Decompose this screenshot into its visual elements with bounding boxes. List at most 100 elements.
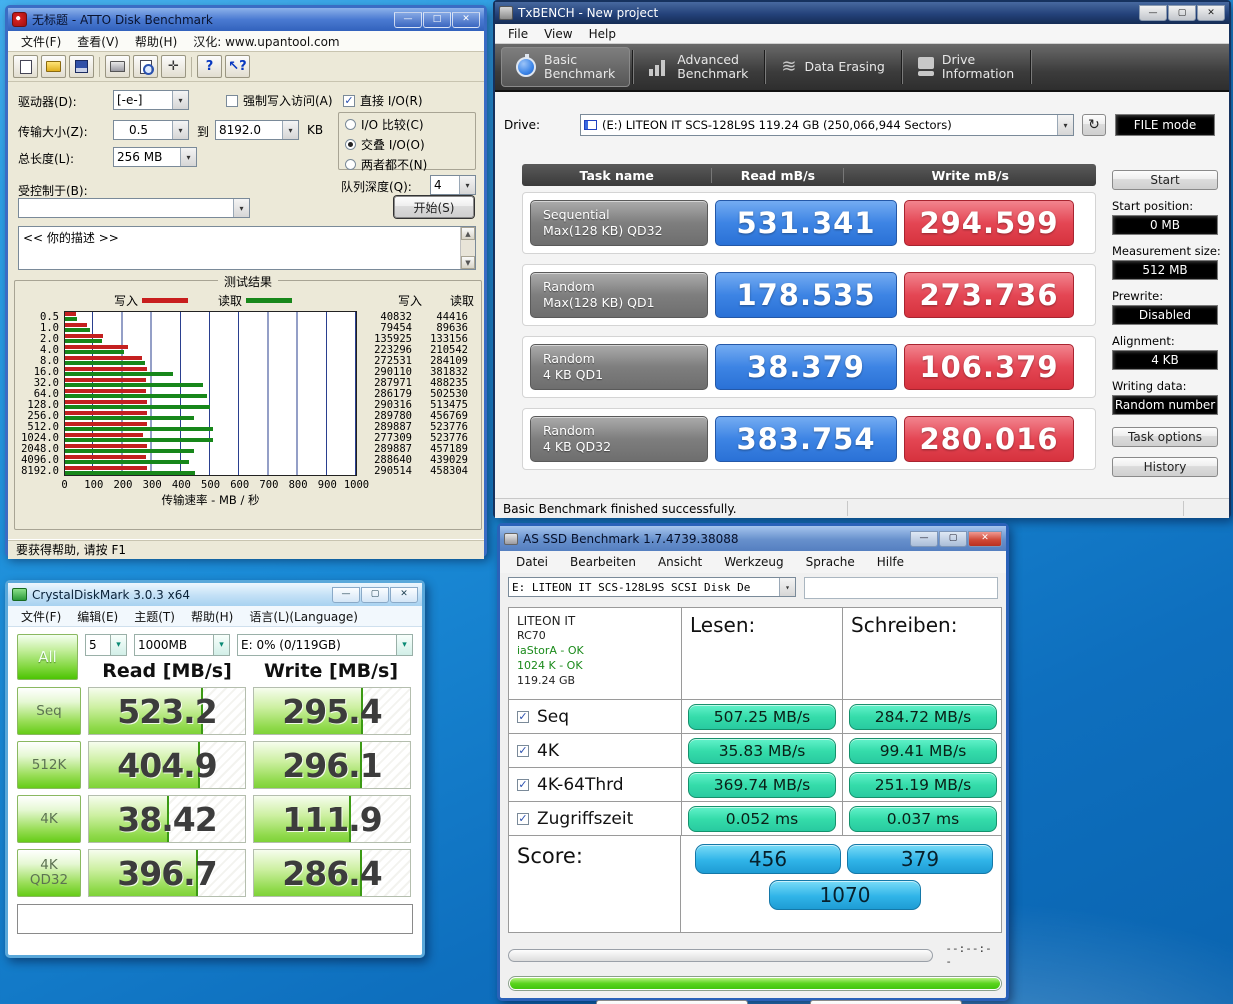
test-size-combo[interactable]: 1000MB ▾ xyxy=(134,634,230,656)
new-file-button[interactable] xyxy=(13,55,38,78)
checkbox-checked-icon[interactable] xyxy=(517,812,529,825)
chevron-down-icon[interactable]: ▾ xyxy=(233,199,249,217)
asssd-cancel-button[interactable]: Abbrechen xyxy=(810,1000,962,1004)
atto-menu-item[interactable]: 汉化: www.upantool.com xyxy=(186,31,346,52)
close-button[interactable]: ✕ xyxy=(968,530,1002,547)
target-drive-combo[interactable]: E: 0% (0/119GB) ▾ xyxy=(237,634,413,656)
txbench-menu-item[interactable]: View xyxy=(537,25,579,43)
close-button[interactable]: ✕ xyxy=(1197,5,1225,21)
asssd-titlebar[interactable]: AS SSD Benchmark 1.7.4739.38088 — ▢ ✕ xyxy=(500,526,1006,551)
minimize-button[interactable]: — xyxy=(1139,5,1167,21)
checkbox-checked-icon[interactable] xyxy=(517,778,529,791)
chevron-down-icon[interactable]: ▾ xyxy=(213,635,229,655)
maximize-button[interactable]: ▢ xyxy=(939,530,967,547)
chevron-down-icon[interactable]: ▾ xyxy=(1057,115,1073,135)
minimize-button[interactable]: — xyxy=(910,530,938,547)
comment-box[interactable] xyxy=(17,904,413,934)
maximize-button[interactable]: ▢ xyxy=(361,586,389,603)
force-write-checkbox[interactable]: 强制写入访问(A) xyxy=(226,92,333,109)
minimize-button[interactable]: — xyxy=(394,11,422,28)
chevron-down-icon[interactable]: ▾ xyxy=(172,121,188,139)
alignment-value: 4 KB xyxy=(1112,350,1218,370)
asssd-test-row: 4K 35.83 MB/s 99.41 MB/s xyxy=(509,734,1001,768)
cdm-menu-item[interactable]: 语言(L)(Language) xyxy=(242,606,365,627)
asssd-menu-item[interactable]: Bearbeiten xyxy=(560,553,646,571)
chart-legend: 写入 读取 写入 读取 xyxy=(18,291,478,309)
io-compare-radio[interactable]: I/O 比较(C) xyxy=(345,116,469,133)
help-button[interactable]: ? xyxy=(197,55,222,78)
neither-radio[interactable]: 两者都不(N) xyxy=(345,156,469,173)
context-help-button[interactable]: ↖? xyxy=(225,55,250,78)
asssd-drive-combo[interactable]: E: LITEON IT SCS-128L9S SCSI Disk De ▾ xyxy=(508,577,796,597)
txbench-titlebar[interactable]: TxBENCH - New project — ▢ ✕ xyxy=(495,2,1229,24)
save-button[interactable] xyxy=(69,55,94,78)
chevron-down-icon[interactable]: ▾ xyxy=(180,148,196,166)
test-count-combo[interactable]: 5 ▾ xyxy=(85,634,127,656)
print-button[interactable] xyxy=(105,55,130,78)
asssd-menu-item[interactable]: Hilfe xyxy=(867,553,914,571)
asssd-start-button[interactable]: Start xyxy=(596,1000,748,1004)
cdm-menu-item[interactable]: 主题(T) xyxy=(127,606,182,627)
minimize-button[interactable]: — xyxy=(332,586,360,603)
transfer-from-combo[interactable]: 0.5 ▾ xyxy=(113,120,189,140)
tab-basic-benchmark[interactable]: Basic Benchmark xyxy=(501,47,631,87)
chevron-down-icon[interactable]: ▾ xyxy=(459,176,475,194)
chevron-down-icon[interactable]: ▾ xyxy=(282,121,298,139)
atto-menu-item[interactable]: 查看(V) xyxy=(70,31,126,52)
chevron-down-icon[interactable]: ▾ xyxy=(110,635,126,655)
controlled-by-combo[interactable]: ▾ xyxy=(18,198,250,218)
history-button[interactable]: History xyxy=(1112,457,1218,477)
tab-drive-information[interactable]: Drive Information xyxy=(904,47,1028,87)
atto-menu-item[interactable]: 文件(F) xyxy=(14,31,68,52)
test-button[interactable]: 512K xyxy=(17,741,81,789)
chevron-down-icon[interactable]: ▾ xyxy=(779,578,795,596)
transfer-to-combo[interactable]: 8192.0 ▾ xyxy=(215,120,299,140)
pan-button[interactable]: ✛ xyxy=(161,55,186,78)
tab-data-erasing[interactable]: ≋ Data Erasing xyxy=(767,47,898,87)
cdm-rows: Seq 523.2 295.4 512K 404.9 296.1 4K 38.4… xyxy=(17,687,413,897)
tab-advanced-benchmark[interactable]: Advanced Benchmark xyxy=(635,47,762,87)
atto-titlebar[interactable]: 无标题 - ATTO Disk Benchmark — □ ✕ xyxy=(8,8,484,31)
close-button[interactable]: ✕ xyxy=(452,11,480,28)
total-length-combo[interactable]: 256 MB ▾ xyxy=(113,147,197,167)
description-box[interactable]: << 你的描述 >> ▲ ▼ xyxy=(18,226,476,270)
checkbox-checked-icon[interactable] xyxy=(517,710,529,723)
atto-menu-item[interactable]: 帮助(H) xyxy=(128,31,184,52)
chevron-down-icon[interactable]: ▾ xyxy=(172,91,188,109)
print-preview-button[interactable] xyxy=(133,55,158,78)
maximize-button[interactable]: □ xyxy=(423,11,451,28)
cdm-titlebar[interactable]: CrystalDiskMark 3.0.3 x64 — ▢ ✕ xyxy=(8,583,422,606)
io-mode-group: I/O 比较(C) 交叠 I/O(O) 两者都不(N) xyxy=(338,112,476,173)
asssd-menu-item[interactable]: Werkzeug xyxy=(714,553,793,571)
checkbox-checked-icon[interactable] xyxy=(517,744,529,757)
overlapped-io-radio[interactable]: 交叠 I/O(O) xyxy=(345,136,469,153)
test-button[interactable]: 4K xyxy=(17,795,81,843)
maximize-button[interactable]: ▢ xyxy=(1168,5,1196,21)
txbench-menu-item[interactable]: Help xyxy=(582,25,623,43)
test-button[interactable]: 4K QD32 xyxy=(17,849,81,897)
txbench-drive-combo[interactable]: (E:) LITEON IT SCS-128L9S 119.24 GB (250… xyxy=(580,114,1074,136)
txbench-menubar: File View Help xyxy=(495,24,1229,44)
txbench-start-button[interactable]: Start xyxy=(1112,170,1218,190)
close-button[interactable]: ✕ xyxy=(390,586,418,603)
direct-io-checkbox[interactable]: 直接 I/O(R) xyxy=(343,92,423,109)
cdm-menu-item[interactable]: 文件(F) xyxy=(14,606,68,627)
chevron-down-icon[interactable]: ▾ xyxy=(396,635,412,655)
refresh-drive-button[interactable]: ↻ xyxy=(1082,114,1106,136)
txbench-menu-item[interactable]: File xyxy=(501,25,535,43)
all-tests-button[interactable]: All xyxy=(17,634,78,680)
drive-combo[interactable]: [-e-] ▾ xyxy=(113,90,189,110)
test-button[interactable]: Seq xyxy=(17,687,81,735)
cdm-menu-item[interactable]: 帮助(H) xyxy=(184,606,240,627)
asssd-menu-item[interactable]: Datei xyxy=(506,553,558,571)
start-button[interactable]: 开始(S) xyxy=(394,196,474,218)
scrollbar[interactable]: ▲ ▼ xyxy=(460,227,475,269)
asssd-menu-item[interactable]: Sprache xyxy=(796,553,865,571)
cdm-menu-item[interactable]: 编辑(E) xyxy=(70,606,125,627)
scroll-up-icon[interactable]: ▲ xyxy=(461,227,475,240)
asssd-menu-item[interactable]: Ansicht xyxy=(648,553,712,571)
task-options-button[interactable]: Task options xyxy=(1112,427,1218,447)
scroll-down-icon[interactable]: ▼ xyxy=(461,256,475,269)
queue-depth-combo[interactable]: 4 ▾ xyxy=(430,175,476,195)
open-file-button[interactable] xyxy=(41,55,66,78)
